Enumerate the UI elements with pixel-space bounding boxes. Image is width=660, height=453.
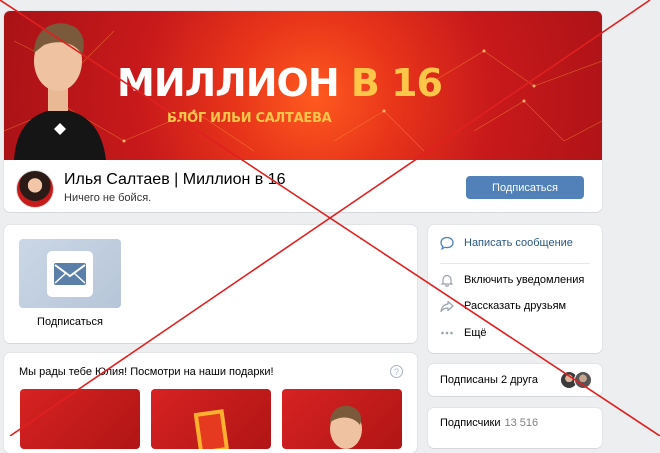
action-label: Включить уведомления [464,274,585,286]
cover-image: МИЛЛИОН В 16 БЛОГ ИЛЬИ САЛТАЕВА [4,11,602,160]
gift-card-2[interactable] [151,389,271,449]
gifts-title: Мы рады тебе Юлия! Посмотри на наши пода… [19,366,274,378]
group-name: Илья Салтаев | Миллион в 16 [64,171,286,188]
envelope-icon [54,262,86,285]
action-write-message[interactable]: Написать сообщение [440,236,573,250]
action-share-friends[interactable]: Рассказать друзьям [440,299,566,313]
actions-card: Написать сообщение Включить уведомления … [428,225,602,353]
action-label: Рассказать друзьям [464,300,567,312]
friends-subscribed-text: Подписаны 2 друга [440,374,538,386]
group-header-card: МИЛЛИОН В 16 БЛОГ ИЛЬИ САЛТАЕВА Илья Сал… [4,11,602,212]
gift-card-3[interactable] [282,389,402,449]
app-tile-icon-box [47,250,93,297]
share-arrow-icon [440,299,454,313]
app-tile-subscribe[interactable] [19,239,121,308]
subscribers-count: 13 516 [504,417,539,429]
group-status: Ничего не бойся. [64,192,152,204]
gifts-card: Мы рады тебе Юлия! Посмотри на наши пода… [4,353,417,453]
cover-subtitle: БЛОГ ИЛЬИ САЛТАЕВА [167,111,332,126]
cover-title: МИЛЛИОН В 16 [117,61,443,105]
group-avatar[interactable] [16,170,54,208]
chat-bubble-icon [440,236,454,250]
action-label: Написать сообщение [464,237,573,249]
book-image [193,409,229,449]
friends-subscribed-card[interactable]: Подписаны 2 друга [428,364,602,396]
gift-card-1[interactable] [20,389,140,449]
apps-card: Подписаться [4,225,417,343]
bell-icon [440,273,454,287]
friend-avatar-2[interactable] [574,371,592,389]
action-more[interactable]: Ещё [440,326,487,340]
action-enable-notifications[interactable]: Включить уведомления [440,273,584,287]
help-icon[interactable]: ? [390,365,403,378]
action-label: Ещё [464,327,487,339]
gift-person-photo [330,405,362,449]
subscribe-button[interactable]: Подписаться [466,176,584,199]
actions-divider [440,263,590,264]
app-tile-label[interactable]: Подписаться [19,316,121,328]
subscribers-card[interactable]: Подписчики 13 516 [428,408,602,448]
subscribers-label: Подписчики 13 516 [440,417,539,429]
cover-person-photo [14,23,106,160]
more-dots-icon [440,326,454,340]
